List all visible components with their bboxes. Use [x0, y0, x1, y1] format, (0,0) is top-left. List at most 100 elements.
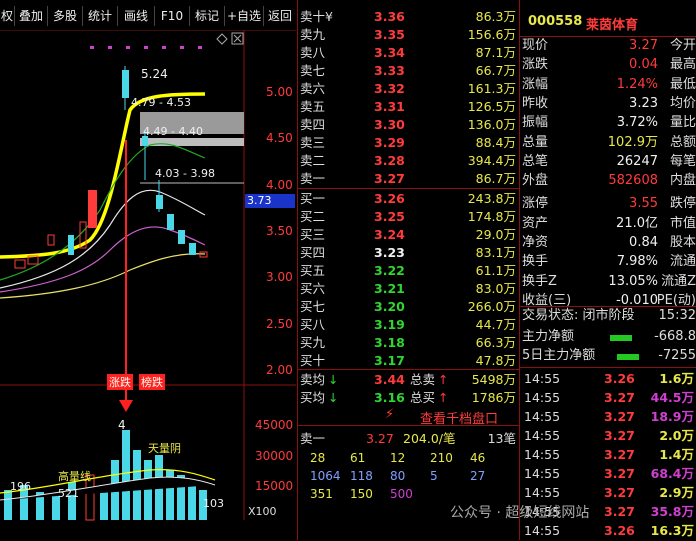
range-label-3: 4.03 - 3.98	[155, 167, 215, 180]
info-row: 换手 7.98% 流通	[522, 254, 696, 270]
info-row: 资产 21.0亿 市值	[522, 215, 696, 231]
queue-cell: 1064	[310, 469, 341, 483]
lightning-icon: ⚡	[385, 407, 395, 422]
toolbar-mark-button[interactable]: 标记	[190, 6, 225, 26]
price-tick-350: 3.50	[266, 224, 293, 238]
price-tick-450: 4.50	[266, 131, 293, 145]
vol-note-2: 高量线	[58, 470, 91, 483]
diamond-icon[interactable]	[216, 33, 228, 45]
main-net-flow: 主力净额 -668.8	[522, 329, 696, 344]
queue-cell: 351	[310, 487, 333, 501]
queue-cell: 210	[430, 451, 453, 465]
range-label-2: 4.49 - 4.40	[143, 125, 203, 138]
toolbar-back-button[interactable]: 返回	[264, 6, 296, 26]
divider-right	[519, 0, 520, 540]
bid-row[interactable]: 买八 3.19 44.7万	[298, 316, 520, 334]
tick-row: 14:55 3.27 1.4万	[524, 447, 694, 462]
info-row: 现价 3.27 今开	[522, 38, 696, 53]
toolbar-right-button[interactable]: 权	[0, 6, 15, 26]
stock-code: 000558	[528, 14, 583, 29]
queue-cell: 80	[390, 469, 406, 483]
trade-status: 交易状态: 闭市阶段 15:32	[522, 308, 696, 323]
ask-row[interactable]: 卖三 3.29 88.4万	[298, 134, 520, 152]
ask-avg-row: 卖均 ↓ 3.44 总卖 ↑ 5498万	[300, 372, 516, 387]
info-row: 换手Z 13.05% 流通Z	[522, 273, 696, 289]
bid-row[interactable]: 买七 3.20 266.0万	[298, 298, 520, 316]
tick-row: 14:55 3.27 2.0万	[524, 428, 694, 443]
down-arrow-icon: ↓	[328, 372, 339, 387]
price-tick-200: 2.00	[266, 363, 293, 377]
info-row: 净资 0.84 股本	[522, 235, 696, 250]
tick-row: 14:55 3.27 68.4万	[524, 466, 694, 481]
ask-row[interactable]: 卖一 3.27 86.7万	[298, 170, 520, 188]
toolbar-overlay-button[interactable]: 叠加	[15, 6, 48, 26]
toolbar-multi-stock-button[interactable]: 多股	[48, 6, 83, 26]
info-row: 涨停 3.55 跌停	[522, 196, 696, 212]
queue-cell: 28	[310, 451, 326, 465]
queue-cell: 118	[350, 469, 373, 483]
queue-cell: 12	[390, 451, 406, 465]
vol-note-5: 103	[203, 497, 224, 510]
info-row: 总量 102.9万 总额	[522, 134, 696, 150]
bid-avg-row: 买均 ↓ 3.16 总买 ↑ 1786万	[300, 390, 516, 405]
bid-row[interactable]: 买五 3.22 61.1万	[298, 262, 520, 280]
price-range-box-2	[140, 138, 244, 146]
tick-row: 14:55 3.27 18.9万	[524, 409, 694, 424]
ask-row[interactable]: 卖五 3.31 126.5万	[298, 98, 520, 116]
toolbar-stats-button[interactable]: 统计	[83, 6, 118, 26]
price-tick-500: 5.00	[266, 85, 293, 99]
close-square-icon[interactable]	[231, 32, 244, 45]
queue-cell: 46	[470, 451, 486, 465]
toolbar-draw-button[interactable]: 画线	[118, 6, 155, 26]
ma-pale-line	[0, 253, 206, 299]
info-row: 振幅 3.72% 量比	[522, 115, 696, 131]
view-thousand-levels-link[interactable]: 查看千档盘口	[420, 408, 498, 427]
queue-cell: 5	[430, 469, 438, 483]
bid-row[interactable]: 买九 3.18 66.3万	[298, 334, 520, 352]
limit-up-label: 涨跌	[107, 374, 133, 390]
toolbar-f10-button[interactable]: F10	[155, 6, 190, 26]
info-row: 昨收 3.23 均价	[522, 95, 696, 111]
ask-row[interactable]: 卖十¥ 3.36 86.3万	[298, 8, 520, 26]
vol-note-3: 天量阴	[148, 442, 181, 455]
vol-tick-30000: 30000	[255, 449, 294, 463]
queue-cell: 61	[350, 451, 366, 465]
queue-header: 卖一 3.27 204.0/笔 13笔	[300, 431, 516, 446]
price-tick-250: 2.50	[266, 317, 293, 331]
high-price-label: 5.24	[141, 67, 168, 81]
bid-row[interactable]: 买一 3.26 243.8万	[298, 190, 520, 208]
ask-row[interactable]: 卖六 3.32 161.3万	[298, 80, 520, 98]
main-net-flow-5d: 5日主力净额 -7255	[522, 348, 696, 363]
range-label-1: 4.79 - 4.53	[131, 96, 191, 109]
vol-tick-15000: 15000	[255, 479, 294, 493]
ask-row[interactable]: 卖七 3.33 66.7万	[298, 62, 520, 80]
price-tick-400: 4.00	[266, 178, 293, 192]
stock-name: 莱茵体育	[586, 18, 639, 33]
bid-row[interactable]: 买二 3.25 174.8万	[298, 208, 520, 226]
queue-cell: 150	[350, 487, 373, 501]
tick-row: 14:55 3.26 1.6万	[524, 371, 694, 386]
queue-cell: 27	[470, 469, 486, 483]
bid-row[interactable]: 买四 3.23 83.1万	[298, 244, 520, 262]
info-row: 外盘 582608 内盘	[522, 173, 696, 189]
queue-cell: 500	[390, 487, 413, 501]
down-arrow-icon: ↓	[328, 390, 339, 405]
toolbar-add-watchlist-button[interactable]: +自选	[225, 6, 264, 26]
dotted-guide	[90, 46, 202, 49]
info-row: 涨幅 1.24% 最低	[522, 76, 696, 92]
ask-row[interactable]: 卖四 3.30 136.0万	[298, 116, 520, 134]
limit-down-label: 榜跌	[139, 374, 165, 390]
bid-row[interactable]: 买十 3.17 47.8万	[298, 352, 520, 370]
bid-row[interactable]: 买三 3.24 29.0万	[298, 226, 520, 244]
ask-row[interactable]: 卖九 3.35 156.6万	[298, 26, 520, 44]
bid-row[interactable]: 买六 3.21 83.0万	[298, 280, 520, 298]
price-tick-300: 3.00	[266, 270, 293, 284]
vol-note-1: 196	[10, 480, 31, 493]
vol-unit: X100	[248, 505, 277, 518]
vol-tick-45000: 45000	[255, 418, 294, 432]
ask-row[interactable]: 卖二 3.28 394.4万	[298, 152, 520, 170]
tick-row: 14:55 3.27 2.9万	[524, 485, 694, 500]
stock-header: 000558 莱茵体育	[520, 0, 696, 37]
ask-row[interactable]: 卖八 3.34 87.1万	[298, 44, 520, 62]
watermark: 公众号 · 超级短线网站	[450, 505, 590, 521]
